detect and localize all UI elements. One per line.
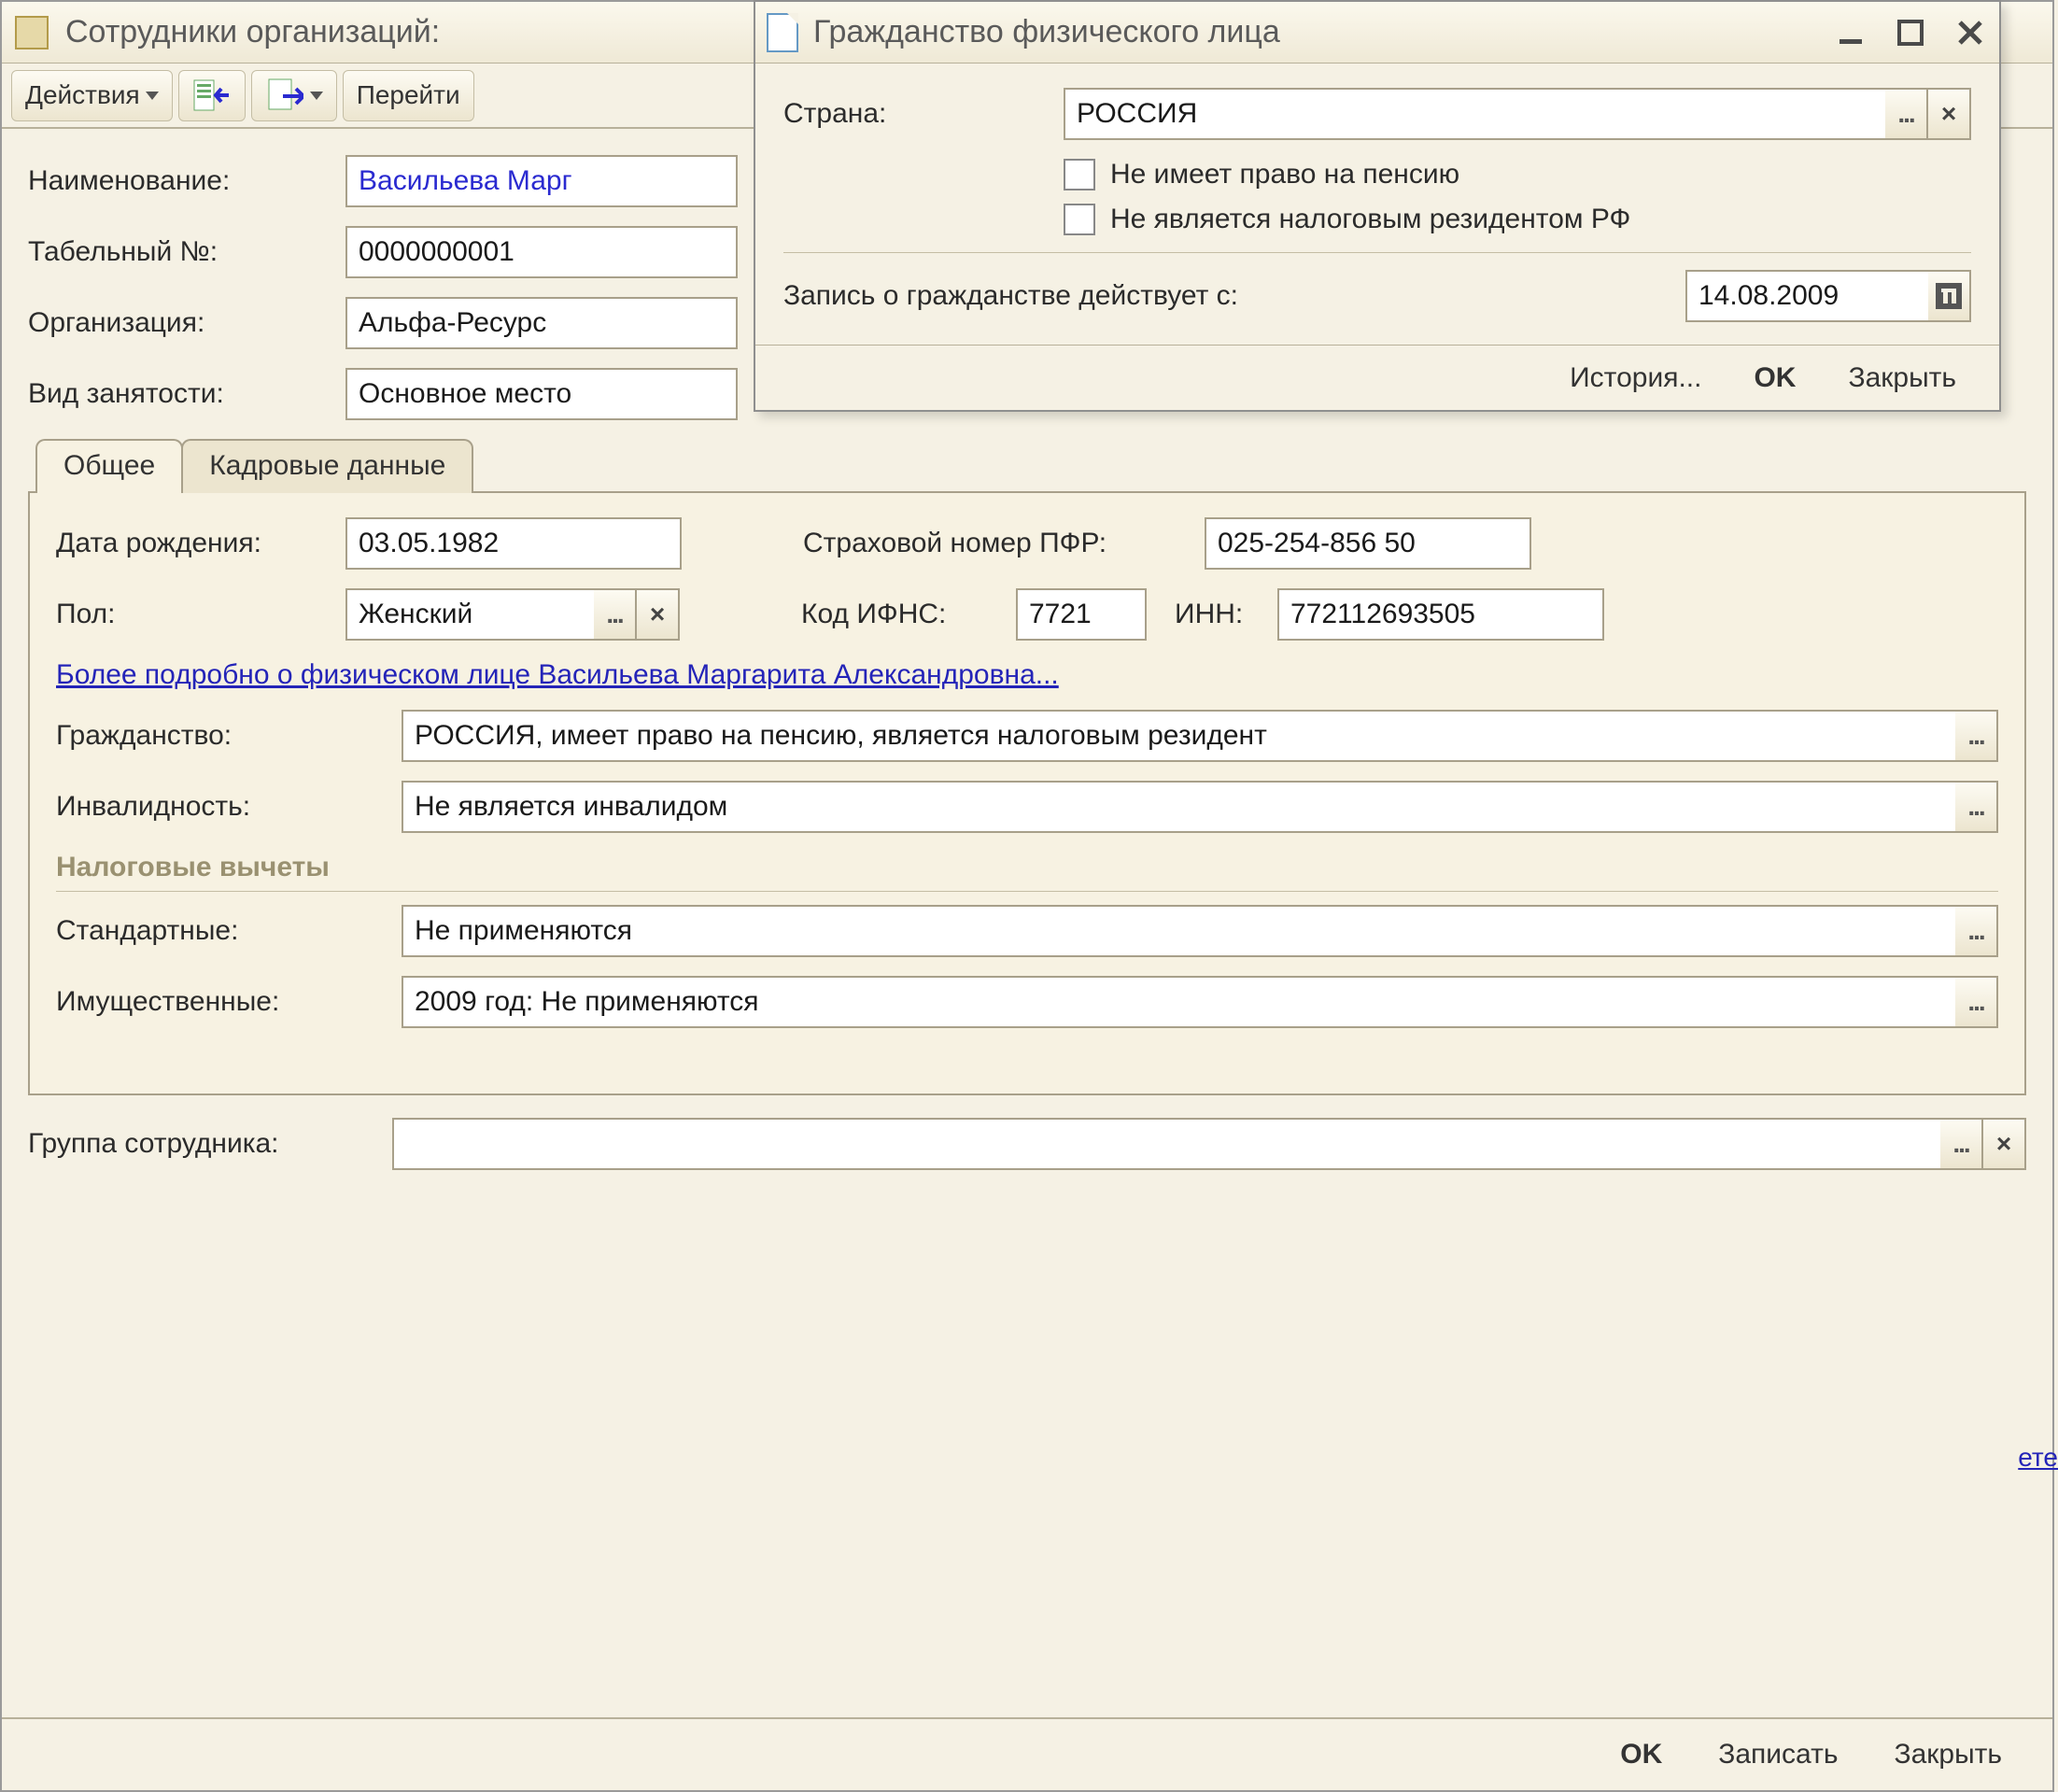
- inn-label: ИНН:: [1175, 599, 1277, 630]
- employment-input[interactable]: [345, 368, 738, 420]
- std-deduct-label: Стандартные:: [56, 915, 402, 947]
- doc-arrow-icon: [265, 76, 304, 115]
- maximize-button[interactable]: [1893, 15, 1928, 50]
- window-controls: [1833, 15, 1988, 50]
- actions-label: Действия: [25, 80, 140, 110]
- modal-ok-button[interactable]: OK: [1729, 353, 1820, 403]
- country-clear-button[interactable]: ×: [1928, 88, 1971, 140]
- prop-deduct-input[interactable]: [402, 976, 1955, 1028]
- document-icon: [767, 13, 798, 52]
- main-save-button[interactable]: Записать: [1694, 1729, 1862, 1780]
- disability-input[interactable]: [402, 781, 1955, 833]
- dob-input[interactable]: [345, 517, 682, 570]
- group-label: Группа сотрудника:: [28, 1128, 392, 1160]
- minimize-button[interactable]: [1833, 15, 1868, 50]
- effective-date-input[interactable]: [1685, 270, 1928, 322]
- dob-label: Дата рождения:: [56, 528, 345, 559]
- person-details-link[interactable]: Более подробно о физическом лице Василье…: [56, 659, 1059, 691]
- prop-deduct-lookup-button[interactable]: ...: [1955, 976, 1998, 1028]
- tab-no-input[interactable]: [345, 226, 738, 278]
- close-icon: ×: [1941, 99, 1956, 129]
- group-input[interactable]: [392, 1118, 1940, 1170]
- toolbar-button-1[interactable]: [178, 70, 246, 121]
- close-window-button[interactable]: [1952, 15, 1988, 50]
- not-resident-label: Не является налоговым резидентом РФ: [1110, 204, 1630, 235]
- goto-label: Перейти: [357, 80, 460, 110]
- name-label: Наименование:: [28, 165, 345, 197]
- effective-date-picker-button[interactable]: [1928, 270, 1971, 322]
- disability-label: Инвалидность:: [56, 791, 402, 823]
- country-label: Страна:: [783, 98, 1064, 130]
- actions-dropdown[interactable]: Действия: [11, 70, 173, 121]
- gender-input[interactable]: [345, 588, 594, 641]
- ellipsis-icon: ...: [1967, 916, 1983, 946]
- citizenship-input[interactable]: [402, 710, 1955, 762]
- chevron-down-icon: [310, 92, 323, 100]
- calendar-icon: [1936, 283, 1962, 309]
- inn-input[interactable]: [1277, 588, 1604, 641]
- ellipsis-icon: ...: [1967, 792, 1983, 822]
- employment-label: Вид занятости:: [28, 378, 345, 410]
- country-input[interactable]: [1064, 88, 1885, 140]
- close-icon: [1956, 19, 1984, 47]
- disability-lookup-button[interactable]: ...: [1955, 781, 1998, 833]
- modal-history-button[interactable]: История...: [1545, 353, 1726, 403]
- modal-title: Гражданство физического лица: [813, 14, 1833, 50]
- goto-button[interactable]: Перейти: [343, 70, 474, 121]
- minimize-icon: [1837, 19, 1865, 47]
- no-pension-checkbox[interactable]: [1064, 159, 1095, 190]
- ellipsis-icon: ...: [1897, 99, 1913, 129]
- deductions-header: Налоговые вычеты: [56, 852, 1998, 892]
- gender-clear-button[interactable]: ×: [637, 588, 680, 641]
- main-close-button[interactable]: Закрыть: [1869, 1729, 2026, 1780]
- ifns-label: Код ИФНС:: [801, 599, 1016, 630]
- ellipsis-icon: ...: [606, 600, 622, 629]
- tab-panel-general: Дата рождения: Страховой номер ПФР: Пол:…: [28, 491, 2026, 1095]
- citizenship-modal: Гражданство физического лица Страна: ...…: [754, 0, 2001, 412]
- ellipsis-icon: ...: [1967, 987, 1983, 1017]
- folder-icon: [15, 16, 49, 49]
- country-lookup-button[interactable]: ...: [1885, 88, 1928, 140]
- group-clear-button[interactable]: ×: [1983, 1118, 2026, 1170]
- pfr-input[interactable]: [1205, 517, 1531, 570]
- gender-label: Пол:: [56, 599, 345, 630]
- main-ok-button[interactable]: OK: [1596, 1729, 1686, 1780]
- effective-date-label: Запись о гражданстве действует с:: [783, 280, 1685, 312]
- modal-footer: История... OK Закрыть: [755, 345, 1999, 410]
- std-deduct-lookup-button[interactable]: ...: [1955, 905, 1998, 957]
- chevron-down-icon: [146, 92, 159, 100]
- close-icon: ×: [1996, 1129, 2011, 1159]
- background-link-fragment[interactable]: ете: [2018, 1443, 2058, 1473]
- citizenship-label: Гражданство:: [56, 720, 402, 752]
- tab-general[interactable]: Общее: [35, 439, 183, 493]
- tab-no-label: Табельный №:: [28, 236, 345, 268]
- main-footer: OK Записать Закрыть: [2, 1717, 2052, 1790]
- pfr-label: Страховой номер ПФР:: [803, 528, 1205, 559]
- tabstrip: Общее Кадровые данные: [28, 439, 2026, 493]
- citizenship-lookup-button[interactable]: ...: [1955, 710, 1998, 762]
- main-window-title: Сотрудники организаций:: [65, 14, 440, 50]
- modal-titlebar: Гражданство физического лица: [755, 2, 1999, 63]
- maximize-icon: [1896, 19, 1924, 47]
- not-resident-checkbox[interactable]: [1064, 204, 1095, 235]
- std-deduct-input[interactable]: [402, 905, 1955, 957]
- org-input[interactable]: [345, 297, 738, 349]
- ellipsis-icon: ...: [1952, 1129, 1968, 1159]
- modal-body: Страна: ... × Не имеет право на пенсию Н…: [755, 63, 1999, 345]
- name-input[interactable]: [345, 155, 738, 207]
- modal-close-button[interactable]: Закрыть: [1824, 353, 1980, 403]
- no-pension-label: Не имеет право на пенсию: [1110, 159, 1459, 190]
- toolbar-button-2[interactable]: [251, 70, 337, 121]
- list-arrow-icon: [192, 76, 232, 115]
- ifns-input[interactable]: [1016, 588, 1147, 641]
- tab-hr[interactable]: Кадровые данные: [181, 439, 473, 493]
- group-lookup-button[interactable]: ...: [1940, 1118, 1983, 1170]
- gender-lookup-button[interactable]: ...: [594, 588, 637, 641]
- org-label: Организация:: [28, 307, 345, 339]
- modal-separator: [783, 252, 1971, 253]
- ellipsis-icon: ...: [1967, 721, 1983, 751]
- close-icon: ×: [650, 600, 665, 629]
- prop-deduct-label: Имущественные:: [56, 986, 402, 1018]
